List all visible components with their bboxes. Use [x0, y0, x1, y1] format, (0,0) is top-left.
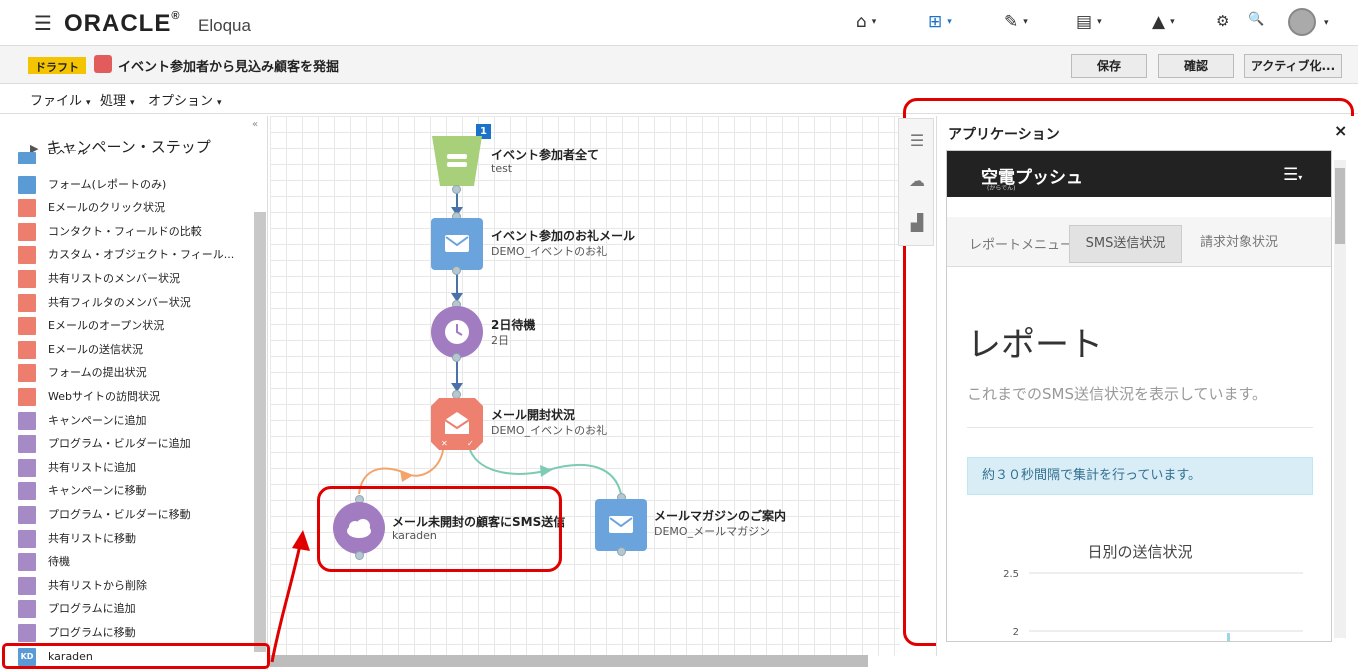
email-open-icon[interactable]: ✕ ✓ — [431, 398, 483, 450]
connector-dot[interactable] — [452, 353, 461, 362]
daily-chart: 2.52 — [1003, 569, 1303, 641]
node-title[interactable]: イベント参加のお礼メール — [491, 227, 635, 244]
karaden-highlight — [2, 643, 270, 669]
sms-step-highlight — [317, 486, 562, 572]
tab-billing-status[interactable]: 請求対象状況 — [1187, 225, 1291, 263]
node-title[interactable]: メールマガジンのご案内 — [654, 507, 786, 524]
bar — [1227, 633, 1230, 641]
connector-dot[interactable] — [452, 185, 461, 194]
app-frame: 空電プッシュ (からでん) ☰▾ レポートメニュー SMS送信状況 請求対象状況… — [946, 150, 1332, 642]
list-icon[interactable]: ☰ — [907, 131, 927, 151]
email-icon[interactable] — [431, 218, 483, 270]
clock-icon[interactable] — [431, 306, 483, 358]
node-subtitle: DEMO_メールマガジン — [654, 525, 771, 538]
node-title[interactable]: イベント参加者全て — [491, 146, 599, 163]
close-icon[interactable]: × — [1334, 121, 1347, 140]
chart-icon[interactable]: ▟ — [907, 213, 927, 233]
app-scroll-thumb[interactable] — [1335, 168, 1345, 244]
tab-report-menu[interactable]: レポートメニュー — [961, 228, 1081, 266]
cloud-tab-icon[interactable]: ☁ — [907, 171, 927, 191]
email-icon[interactable] — [595, 499, 647, 551]
svg-text:✕: ✕ — [441, 439, 448, 448]
app-brand-reading: (からでん) — [987, 185, 1016, 192]
node-subtitle: 2日 — [491, 334, 509, 347]
connector-dot[interactable] — [617, 547, 626, 556]
chart-title: 日別の送信状況 — [1087, 543, 1193, 561]
side-tabs: ☰ ☁ ▟ — [898, 118, 934, 246]
y-tick-label: 2 — [1013, 627, 1019, 638]
node-subtitle: DEMO_イベントのお礼 — [491, 245, 608, 258]
node-title[interactable]: メール開封状況 — [491, 406, 575, 423]
tab-sms-status[interactable]: SMS送信状況 — [1069, 225, 1182, 263]
page-lead: これまでのSMS送信状況を表示しています。 — [967, 385, 1268, 403]
node-subtitle: test — [491, 162, 513, 175]
info-alert: 約３０秒間隔で集計を行っています。 — [967, 457, 1313, 495]
panel-title: アプリケーション — [948, 127, 1060, 143]
page-title: レポート — [967, 325, 1103, 365]
svg-text:✓: ✓ — [467, 439, 474, 448]
divider — [967, 427, 1313, 428]
y-tick-label: 2.5 — [1003, 569, 1019, 580]
connector-dot[interactable] — [452, 266, 461, 275]
hamburger-icon[interactable]: ☰▾ — [1283, 165, 1302, 185]
node-title[interactable]: 2日待機 — [491, 316, 535, 333]
node-subtitle: DEMO_イベントのお礼 — [491, 424, 608, 437]
segment-icon[interactable] — [432, 136, 482, 186]
